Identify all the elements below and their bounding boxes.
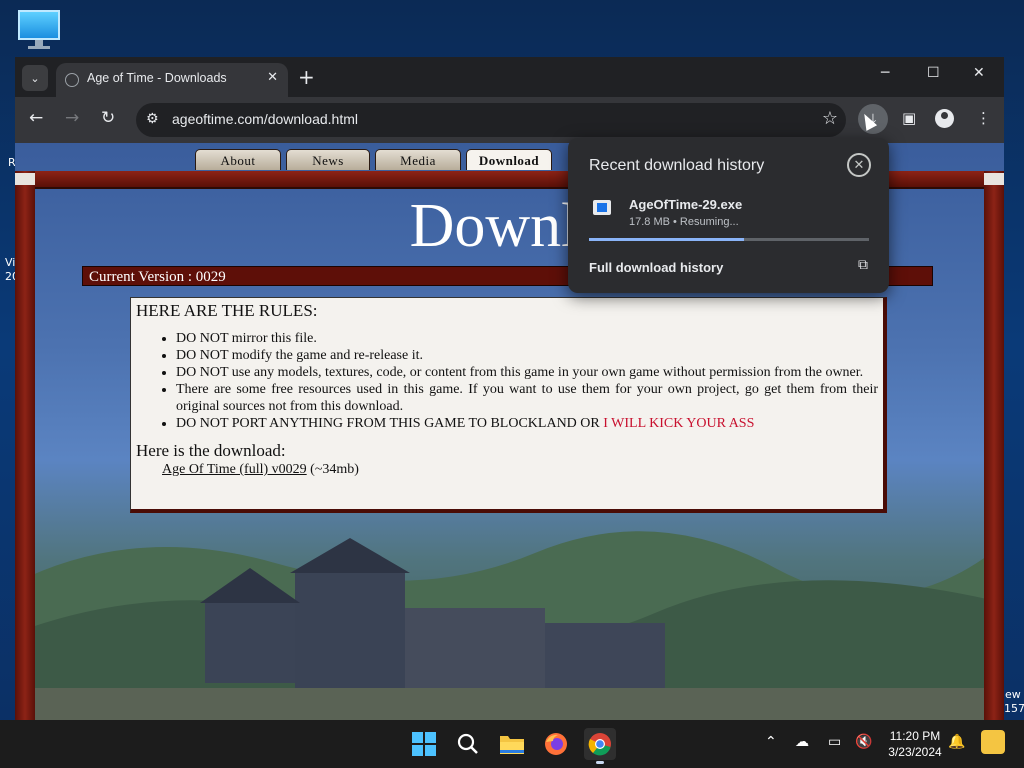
village-hills-illustration bbox=[15, 531, 1004, 720]
download-line: Age Of Time (full) v0029 (~34mb) bbox=[136, 460, 878, 479]
reload-icon[interactable]: ↻ bbox=[101, 108, 115, 128]
monitor-base bbox=[28, 46, 50, 49]
active-app-indicator bbox=[596, 761, 604, 764]
rule-item: DO NOT use any models, textures, code, o… bbox=[176, 364, 878, 381]
full-download-history-link[interactable]: Full download history bbox=[589, 260, 723, 275]
download-status: 17.8 MB • Resuming... bbox=[629, 216, 739, 228]
nav-tab-media[interactable]: Media bbox=[375, 149, 461, 170]
globe-icon bbox=[65, 73, 79, 87]
clock-time: 11:20 PM bbox=[889, 729, 941, 743]
close-window-button[interactable]: ✕ bbox=[973, 65, 985, 81]
file-explorer-icon[interactable] bbox=[496, 728, 528, 760]
forward-icon[interactable]: → bbox=[65, 108, 79, 128]
clock-date: 3/23/2024 bbox=[888, 745, 942, 759]
copilot-pre-icon[interactable] bbox=[981, 730, 1005, 754]
tab-title: Age of Time - Downloads bbox=[87, 71, 227, 85]
tab-age-of-time[interactable]: Age of Time - Downloads ✕ bbox=[56, 63, 288, 97]
rule-item: DO NOT modify the game and re-release it… bbox=[176, 347, 878, 364]
windows-start-icon[interactable] bbox=[408, 728, 440, 760]
exe-file-icon bbox=[593, 200, 611, 215]
profile-icon[interactable] bbox=[935, 109, 954, 128]
browser-toolbar: ← → ↻ ⚙ ageoftime.com/download.html ☆ ⤓ … bbox=[15, 97, 1004, 143]
address-bar[interactable]: ⚙ ageoftime.com/download.html ☆ bbox=[136, 103, 846, 137]
tab-close-icon[interactable]: ✕ bbox=[267, 70, 278, 85]
volume-muted-icon[interactable]: 🔇 bbox=[855, 734, 872, 750]
new-tab-button[interactable]: + bbox=[298, 65, 315, 89]
open-external-icon[interactable]: ⧉ bbox=[858, 256, 868, 273]
site-settings-icon[interactable]: ⚙ bbox=[146, 111, 159, 127]
frame-corner bbox=[984, 173, 1004, 185]
network-icon[interactable]: ▭ bbox=[828, 734, 841, 750]
menu-icon[interactable]: ⋮ bbox=[976, 109, 991, 127]
nav-tab-news[interactable]: News bbox=[286, 149, 370, 170]
chevron-up-icon[interactable]: ⌃ bbox=[765, 734, 777, 750]
chrome-icon[interactable] bbox=[584, 728, 616, 764]
back-icon[interactable]: ← bbox=[29, 108, 43, 128]
download-heading: Here is the download: bbox=[136, 441, 286, 460]
maximize-button[interactable]: ☐ bbox=[927, 65, 940, 81]
rule-warning-text: I WILL KICK YOUR ASS bbox=[603, 416, 755, 431]
taskbar-clock[interactable]: 11:20 PM 3/23/2024 bbox=[880, 728, 950, 760]
onedrive-offline-icon[interactable]: ☁ bbox=[795, 734, 809, 750]
side-panel-icon[interactable]: ▣ bbox=[902, 109, 916, 127]
desktop-edge-text: 157 bbox=[1004, 702, 1024, 715]
desktop-edge-text: Vi bbox=[5, 256, 16, 269]
taskbar: ⌃ ☁ ▭ 🔇 11:20 PM 3/23/2024 🔔 bbox=[0, 720, 1024, 768]
download-progress-fill bbox=[589, 238, 745, 241]
monitor-screen bbox=[18, 10, 60, 40]
rule-item: DO NOT PORT ANYTHING FROM THIS GAME TO B… bbox=[176, 415, 878, 432]
address-url[interactable]: ageoftime.com/download.html bbox=[172, 111, 358, 127]
download-file-name[interactable]: AgeOfTime-29.exe bbox=[629, 197, 742, 212]
search-icon[interactable] bbox=[452, 728, 484, 760]
rules-panel: HERE ARE THE RULES: DO NOT mirror this f… bbox=[130, 297, 887, 513]
rules-heading: HERE ARE THE RULES: bbox=[136, 301, 318, 320]
desktop-monitor-icon[interactable] bbox=[18, 10, 60, 50]
rules-list: DO NOT mirror this file. DO NOT modify t… bbox=[136, 330, 878, 432]
firefox-icon[interactable] bbox=[540, 728, 572, 760]
rule-item: DO NOT mirror this file. bbox=[176, 330, 878, 347]
frame-corner bbox=[15, 173, 35, 185]
close-icon[interactable]: ✕ bbox=[847, 153, 871, 177]
desktop-edge-text: ew bbox=[1005, 688, 1021, 701]
download-size: (~34mb) bbox=[306, 462, 359, 477]
notification-bell-icon[interactable]: 🔔 bbox=[948, 734, 965, 750]
nav-tab-download[interactable]: Download bbox=[466, 149, 552, 170]
minimize-button[interactable]: ─ bbox=[881, 65, 889, 81]
bookmark-star-icon[interactable]: ☆ bbox=[822, 108, 838, 129]
tab-bar: ⌄ Age of Time - Downloads ✕ + ─ ☐ ✕ bbox=[15, 57, 1004, 97]
rule-text: DO NOT PORT ANYTHING FROM THIS GAME TO B… bbox=[176, 416, 604, 431]
download-progress-bar bbox=[589, 238, 869, 241]
rule-item: There are some free resources used in th… bbox=[176, 381, 878, 415]
tab-search-icon[interactable]: ⌄ bbox=[22, 65, 48, 91]
download-link[interactable]: Age Of Time (full) v0029 bbox=[162, 462, 307, 477]
nav-tab-about[interactable]: About bbox=[195, 149, 281, 170]
downloads-popup: Recent download history ✕ AgeOfTime-29.e… bbox=[568, 138, 889, 293]
popup-title: Recent download history bbox=[589, 157, 765, 174]
